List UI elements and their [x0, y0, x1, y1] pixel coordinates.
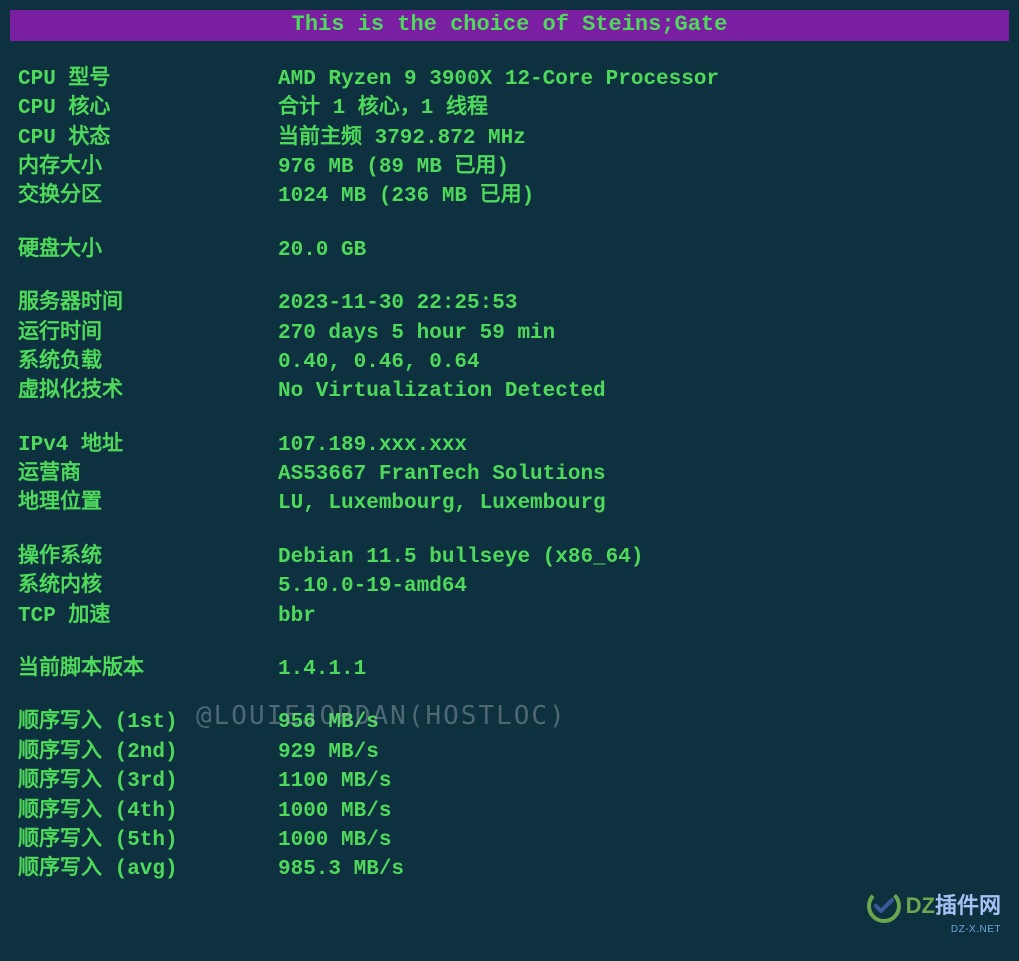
- kernel-label: 系统内核: [10, 572, 278, 601]
- cpu-model-value: AMD Ryzen 9 3900X 12-Core Processor: [278, 65, 719, 94]
- logo-icon: [867, 889, 901, 923]
- tcp-label: TCP 加速: [10, 602, 278, 631]
- write3-label: 顺序写入 (3rd): [10, 767, 278, 796]
- cpu-model-row: CPU 型号 AMD Ryzen 9 3900X 12-Core Process…: [10, 65, 1009, 94]
- write2-value: 929 MB/s: [278, 738, 379, 767]
- server-time-label: 服务器时间: [10, 289, 278, 318]
- isp-value: AS53667 FranTech Solutions: [278, 460, 606, 489]
- os-label: 操作系统: [10, 543, 278, 572]
- server-time-row: 服务器时间 2023-11-30 22:25:53: [10, 289, 1009, 318]
- write4-row: 顺序写入 (4th) 1000 MB/s: [10, 797, 1009, 826]
- disk-value: 20.0 GB: [278, 236, 366, 265]
- server-time-value: 2023-11-30 22:25:53: [278, 289, 517, 318]
- ipv4-label: IPv4 地址: [10, 431, 278, 460]
- write1-label: 顺序写入 (1st): [10, 708, 278, 737]
- version-label: 当前脚本版本: [10, 655, 278, 684]
- tcp-value: bbr: [278, 602, 316, 631]
- virtualization-label: 虚拟化技术: [10, 377, 278, 406]
- version-section: 当前脚本版本 1.4.1.1: [10, 655, 1009, 684]
- disk-row: 硬盘大小 20.0 GB: [10, 236, 1009, 265]
- location-row: 地理位置 LU, Luxembourg, Luxembourg: [10, 489, 1009, 518]
- memory-label: 内存大小: [10, 153, 278, 182]
- isp-label: 运营商: [10, 460, 278, 489]
- write4-label: 顺序写入 (4th): [10, 797, 278, 826]
- logo-rest: 插件网: [935, 893, 1001, 918]
- write5-row: 顺序写入 (5th) 1000 MB/s: [10, 826, 1009, 855]
- uptime-label: 运行时间: [10, 319, 278, 348]
- kernel-row: 系统内核 5.10.0-19-amd64: [10, 572, 1009, 601]
- disk-section: 硬盘大小 20.0 GB: [10, 236, 1009, 265]
- cpu-model-label: CPU 型号: [10, 65, 278, 94]
- write2-row: 顺序写入 (2nd) 929 MB/s: [10, 738, 1009, 767]
- location-value: LU, Luxembourg, Luxembourg: [278, 489, 606, 518]
- load-value: 0.40, 0.46, 0.64: [278, 348, 480, 377]
- kernel-value: 5.10.0-19-amd64: [278, 572, 467, 601]
- virtualization-row: 虚拟化技术 No Virtualization Detected: [10, 377, 1009, 406]
- ipv4-row: IPv4 地址 107.189.xxx.xxx: [10, 431, 1009, 460]
- version-value: 1.4.1.1: [278, 655, 366, 684]
- write5-label: 顺序写入 (5th): [10, 826, 278, 855]
- memory-value: 976 MB (89 MB 已用): [278, 153, 509, 182]
- uptime-value: 270 days 5 hour 59 min: [278, 319, 555, 348]
- title-bar: This is the choice of Steins;Gate: [10, 10, 1009, 41]
- cpu-status-label: CPU 状态: [10, 124, 278, 153]
- logo-url: DZ-X.NET: [951, 923, 1001, 937]
- swap-label: 交换分区: [10, 182, 278, 211]
- location-label: 地理位置: [10, 489, 278, 518]
- virtualization-value: No Virtualization Detected: [278, 377, 606, 406]
- logo-main: DZ插件网: [867, 889, 1001, 923]
- write4-value: 1000 MB/s: [278, 797, 391, 826]
- write3-row: 顺序写入 (3rd) 1100 MB/s: [10, 767, 1009, 796]
- ipv4-value: 107.189.xxx.xxx: [278, 431, 467, 460]
- cpu-status-value: 当前主频 3792.872 MHz: [278, 124, 526, 153]
- cpu-memory-section: CPU 型号 AMD Ryzen 9 3900X 12-Core Process…: [10, 65, 1009, 212]
- write2-label: 顺序写入 (2nd): [10, 738, 278, 767]
- system-time-section: 服务器时间 2023-11-30 22:25:53 运行时间 270 days …: [10, 289, 1009, 407]
- cpu-cores-value: 合计 1 核心，1 线程: [278, 94, 488, 123]
- cpu-cores-label: CPU 核心: [10, 94, 278, 123]
- writeavg-row: 顺序写入 (avg) 985.3 MB/s: [10, 855, 1009, 884]
- write1-row: 顺序写入 (1st) 956 MB/s: [10, 708, 1009, 737]
- load-label: 系统负载: [10, 348, 278, 377]
- load-row: 系统负载 0.40, 0.46, 0.64: [10, 348, 1009, 377]
- cpu-status-row: CPU 状态 当前主频 3792.872 MHz: [10, 124, 1009, 153]
- writeavg-label: 顺序写入 (avg): [10, 855, 278, 884]
- memory-row: 内存大小 976 MB (89 MB 已用): [10, 153, 1009, 182]
- logo-text: DZ插件网: [906, 891, 1001, 922]
- write1-value: 956 MB/s: [278, 708, 379, 737]
- os-row: 操作系统 Debian 11.5 bullseye (x86_64): [10, 543, 1009, 572]
- logo-badge: DZ插件网 DZ-X.NET: [867, 889, 1001, 937]
- write3-value: 1100 MB/s: [278, 767, 391, 796]
- version-row: 当前脚本版本 1.4.1.1: [10, 655, 1009, 684]
- os-section: 操作系统 Debian 11.5 bullseye (x86_64) 系统内核 …: [10, 543, 1009, 631]
- swap-value: 1024 MB (236 MB 已用): [278, 182, 534, 211]
- swap-row: 交换分区 1024 MB (236 MB 已用): [10, 182, 1009, 211]
- disk-label: 硬盘大小: [10, 236, 278, 265]
- disk-write-section: 顺序写入 (1st) 956 MB/s 顺序写入 (2nd) 929 MB/s …: [10, 708, 1009, 884]
- uptime-row: 运行时间 270 days 5 hour 59 min: [10, 319, 1009, 348]
- tcp-row: TCP 加速 bbr: [10, 602, 1009, 631]
- logo-dz: DZ: [906, 893, 935, 918]
- isp-row: 运营商 AS53667 FranTech Solutions: [10, 460, 1009, 489]
- network-section: IPv4 地址 107.189.xxx.xxx 运营商 AS53667 Fran…: [10, 431, 1009, 519]
- writeavg-value: 985.3 MB/s: [278, 855, 404, 884]
- os-value: Debian 11.5 bullseye (x86_64): [278, 543, 643, 572]
- cpu-cores-row: CPU 核心 合计 1 核心，1 线程: [10, 94, 1009, 123]
- write5-value: 1000 MB/s: [278, 826, 391, 855]
